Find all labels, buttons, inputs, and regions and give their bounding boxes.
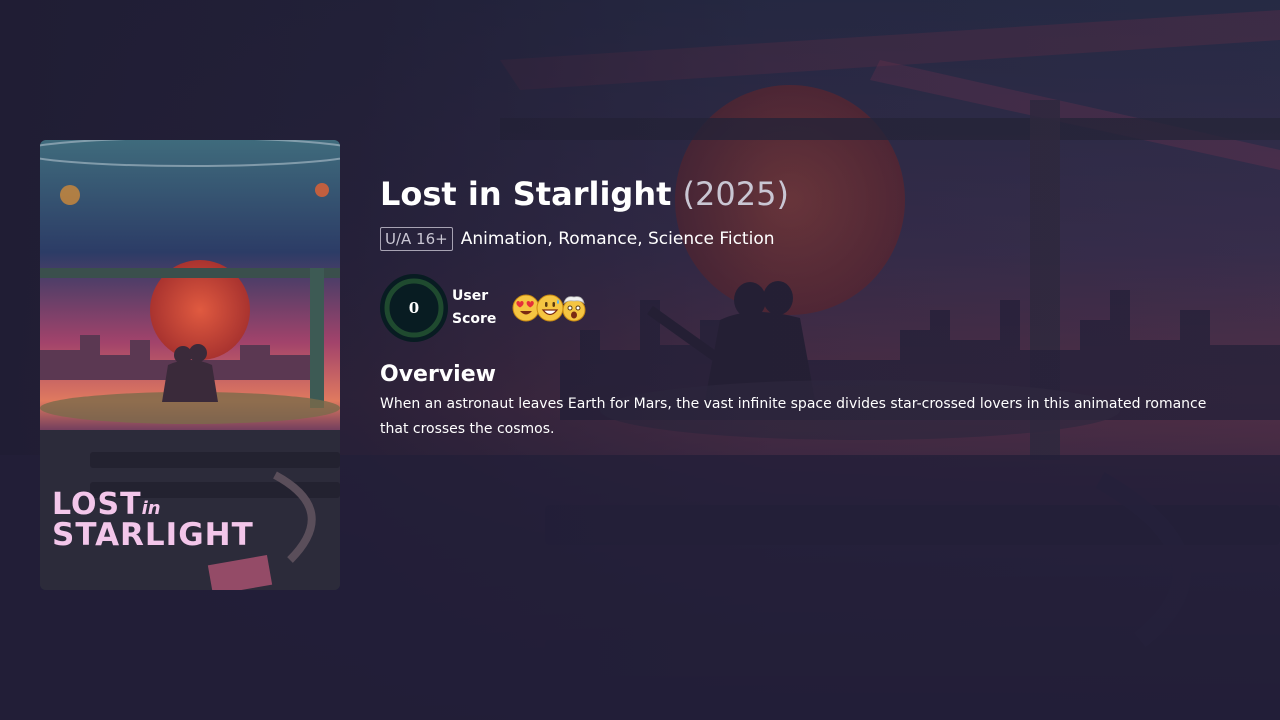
genres-list[interactable]: Animation, Romance, Science Fiction [461, 227, 775, 251]
movie-details: Lost in Starlight (2025) U/A 16+ Animati… [380, 172, 1240, 442]
user-score-label: User Score [452, 288, 497, 327]
page-title: Lost in Starlight (2025) [380, 172, 1240, 216]
movie-poster[interactable]: LOSTin STARLIGHT [40, 140, 340, 590]
movie-detail-page: LOSTin STARLIGHT Lost in Starlight (2025… [0, 0, 1280, 720]
exploding-head-emoji-icon[interactable] [560, 294, 588, 322]
user-score-row: 0 User Score [380, 274, 1240, 342]
overview-text: When an astronaut leaves Earth for Mars,… [380, 396, 1207, 437]
facts-row: U/A 16+ Animation, Romance, Science Fict… [380, 226, 1240, 252]
certification-badge: U/A 16+ [380, 227, 453, 251]
reaction-emojis[interactable] [512, 294, 586, 322]
movie-title[interactable]: Lost in Starlight [380, 175, 671, 213]
overview-heading: Overview [380, 362, 496, 387]
user-score-value: 0 [408, 299, 420, 317]
user-score-chart[interactable]: 0 [380, 274, 448, 342]
poster-title-logo: LOSTin STARLIGHT [52, 487, 254, 553]
release-year: (2025) [682, 175, 789, 213]
